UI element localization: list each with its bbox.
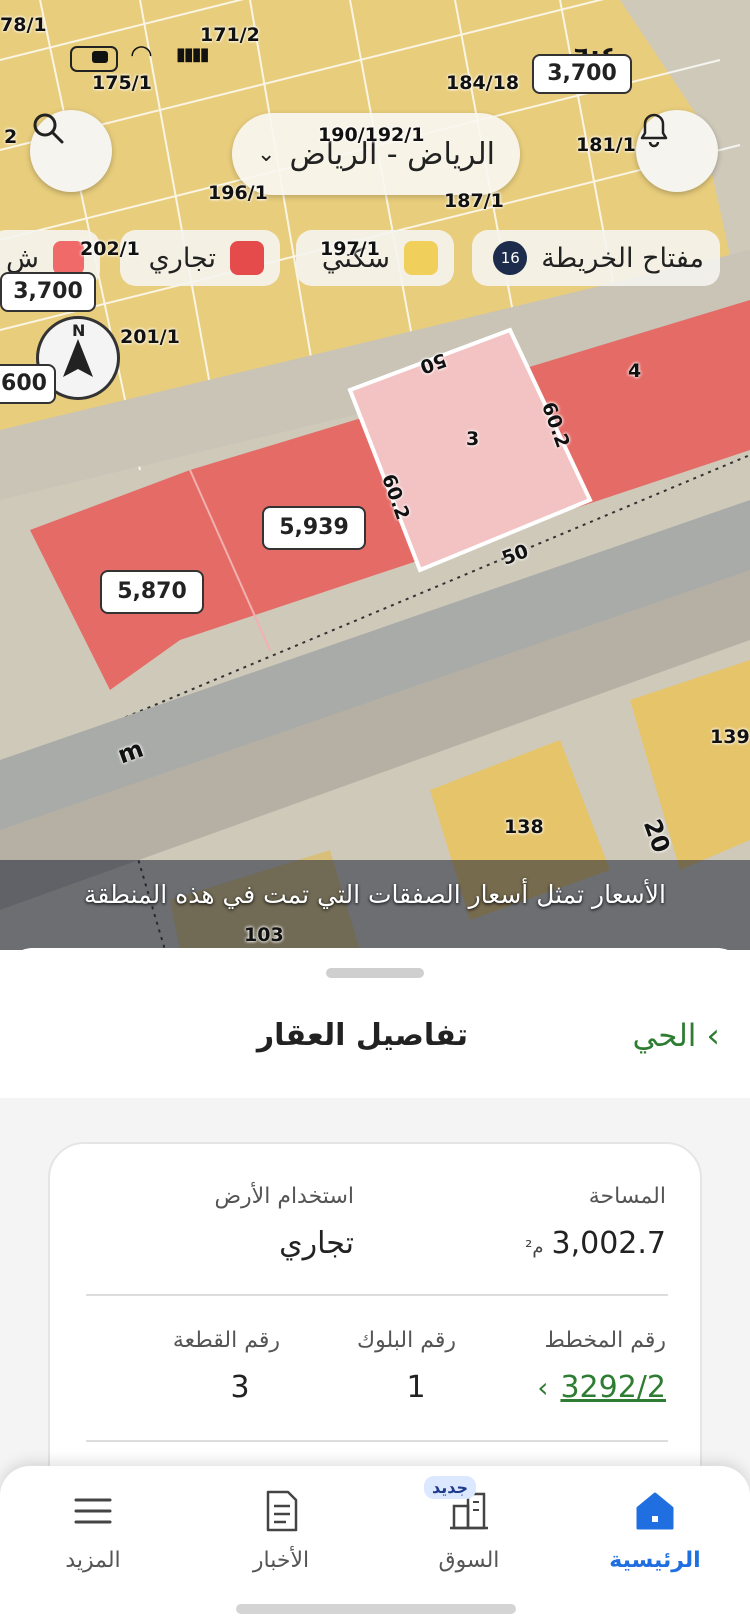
new-badge: جديد bbox=[424, 1476, 477, 1499]
area-unit: م² bbox=[525, 1237, 544, 1258]
chevron-right-icon: › bbox=[706, 1016, 720, 1056]
back-label: الحي bbox=[632, 1018, 697, 1054]
nav-news[interactable]: الأخبار bbox=[206, 1466, 356, 1596]
page-title: تفاصيل العقار bbox=[256, 1018, 468, 1053]
nav-more[interactable]: المزيد bbox=[18, 1466, 168, 1596]
plan-number-link[interactable]: ‹ 3292/2 bbox=[537, 1370, 666, 1405]
plot-number-value: 3 bbox=[230, 1370, 250, 1405]
signal-icon: ▮▮▮▮ bbox=[176, 44, 210, 65]
nav-market-label: السوق bbox=[438, 1548, 500, 1573]
plot-label: 2 bbox=[4, 126, 18, 148]
plot-label: 138 bbox=[504, 816, 544, 838]
search-icon bbox=[33, 113, 64, 144]
land-use-value: تجاري bbox=[279, 1226, 354, 1261]
nav-market[interactable]: جديد السوق bbox=[394, 1466, 544, 1596]
map-key-label: مفتاح الخريطة bbox=[541, 242, 704, 274]
divider bbox=[86, 1440, 668, 1442]
plan-number-value: 3292/2 bbox=[560, 1370, 666, 1405]
map-key-count: 16 bbox=[493, 241, 528, 275]
divider bbox=[86, 1294, 668, 1296]
price-tag[interactable]: 600 bbox=[0, 364, 56, 404]
plot-label: 175/1 bbox=[92, 72, 152, 94]
price-tag[interactable]: 3,700 bbox=[0, 272, 96, 312]
legend-third-label: ش bbox=[6, 242, 39, 274]
plot-label: 78/1 bbox=[0, 14, 47, 36]
plot-label: 196/1 bbox=[208, 182, 268, 204]
legend-commercial-label: تجاري bbox=[148, 242, 216, 274]
plot-label: 3 bbox=[466, 428, 480, 450]
commercial-swatch bbox=[230, 241, 264, 275]
menu-icon bbox=[74, 1498, 112, 1524]
back-to-district-button[interactable]: › الحي bbox=[632, 1016, 720, 1056]
plot-label: 201/1 bbox=[120, 326, 180, 348]
area-value: 3,002.7 bbox=[551, 1226, 666, 1261]
block-number-label: رقم البلوك bbox=[356, 1328, 456, 1353]
plot-label: 103 bbox=[244, 924, 284, 946]
land-use-label: استخدام الأرض bbox=[214, 1184, 354, 1209]
chevron-left-icon: ‹ bbox=[537, 1371, 549, 1404]
bell-icon bbox=[640, 113, 668, 148]
battery-icon bbox=[70, 46, 118, 72]
plot-label: 4 bbox=[628, 360, 642, 382]
map-caption: الأسعار تمثل أسعار الصفقات التي تمت في ه… bbox=[84, 880, 666, 909]
legend-commercial[interactable]: تجاري bbox=[120, 230, 280, 286]
plot-label: 190/192/1 bbox=[318, 124, 425, 146]
nav-home-label: الرئيسية bbox=[609, 1548, 701, 1573]
sheet-header: تفاصيل العقار › الحي bbox=[0, 948, 750, 1098]
map-key-button[interactable]: مفتاح الخريطة 16 bbox=[472, 230, 720, 286]
area-label: المساحة bbox=[588, 1184, 666, 1209]
plot-label: 184/18 bbox=[446, 72, 520, 94]
notifications-button[interactable] bbox=[636, 110, 718, 192]
price-tag[interactable]: 5,939 bbox=[262, 506, 366, 550]
home-indicator bbox=[236, 1604, 516, 1614]
plot-number-label: رقم القطعة bbox=[172, 1328, 280, 1353]
sheet-drag-handle[interactable] bbox=[326, 968, 424, 978]
nav-news-label: الأخبار bbox=[252, 1548, 310, 1573]
chevron-down-icon: ⌄ bbox=[257, 141, 276, 167]
plot-label: 181/1 bbox=[576, 134, 636, 156]
news-document-icon bbox=[266, 1490, 298, 1532]
plot-label: 197/1 bbox=[320, 238, 380, 260]
price-tag[interactable]: 3,700 bbox=[532, 54, 632, 94]
block-number-value: 1 bbox=[406, 1370, 426, 1405]
home-icon bbox=[636, 1492, 674, 1530]
nav-home[interactable]: الرئيسية bbox=[580, 1466, 730, 1596]
wifi-icon: ◠ bbox=[130, 40, 153, 70]
plot-label: 171/2 bbox=[200, 24, 260, 46]
price-tag[interactable]: 5,870 bbox=[100, 570, 204, 614]
plot-label: 187/1 bbox=[444, 190, 504, 212]
nav-more-label: المزيد bbox=[65, 1548, 121, 1573]
bottom-navigation: الرئيسية جديد السوق الأخبار المزيد bbox=[0, 1466, 750, 1624]
plan-number-label: رقم المخطط bbox=[544, 1328, 666, 1353]
search-button[interactable] bbox=[30, 110, 112, 192]
plot-label: 202/1 bbox=[80, 238, 140, 260]
map-view[interactable]: ◠ ▮▮▮▮ ٦:٤٠ الرياض - الرياض ⌄ مفتاح الخر… bbox=[0, 0, 750, 950]
plot-label: 139 bbox=[710, 726, 750, 748]
residential-swatch bbox=[404, 241, 438, 275]
area-value-group: م² 3,002.7 bbox=[525, 1226, 666, 1261]
